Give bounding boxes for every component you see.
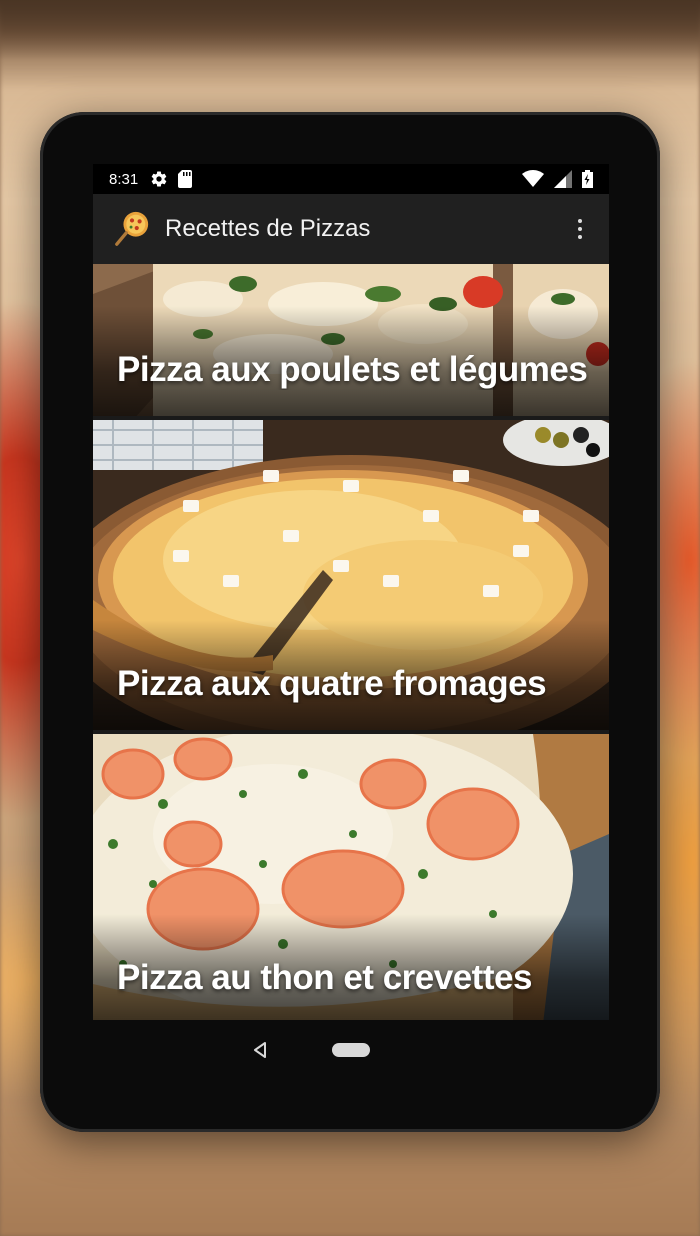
background-top-shade xyxy=(0,0,700,60)
recipe-title: Pizza aux poulets et légumes xyxy=(117,350,588,389)
home-pill-icon[interactable] xyxy=(332,1043,370,1057)
app-bar: Recettes de Pizzas xyxy=(93,194,609,264)
battery-charging-icon xyxy=(582,170,593,188)
recipe-title: Pizza aux quatre fromages xyxy=(117,664,547,703)
more-vert-icon[interactable] xyxy=(565,209,595,249)
recipe-card-chicken-vegetables[interactable]: Pizza aux poulets et légumes xyxy=(93,264,609,420)
app-title: Recettes de Pizzas xyxy=(165,215,371,242)
recipe-card-tuna-shrimp[interactable]: Pizza au thon et crevettes xyxy=(93,734,609,1020)
tablet-device-frame: 8:31 Recettes de Pizzas Pizza aux poulet… xyxy=(40,112,660,1132)
recipe-card-four-cheese[interactable]: Pizza aux quatre fromages xyxy=(93,420,609,734)
navigation-bar xyxy=(93,1020,609,1080)
recipe-list: Pizza aux poulets et légumes Pizza aux q… xyxy=(93,264,609,1020)
status-bar: 8:31 xyxy=(93,164,609,194)
device-screen: 8:31 Recettes de Pizzas Pizza aux poulet… xyxy=(93,164,609,1020)
recipe-title: Pizza au thon et crevettes xyxy=(117,958,532,997)
back-triangle-icon[interactable] xyxy=(253,1042,267,1058)
pizza-logo-icon xyxy=(115,211,149,246)
settings-icon xyxy=(150,170,168,188)
wifi-icon xyxy=(522,170,544,188)
cell-signal-icon xyxy=(554,170,572,188)
status-time: 8:31 xyxy=(109,170,139,188)
sd-card-icon xyxy=(178,170,193,188)
